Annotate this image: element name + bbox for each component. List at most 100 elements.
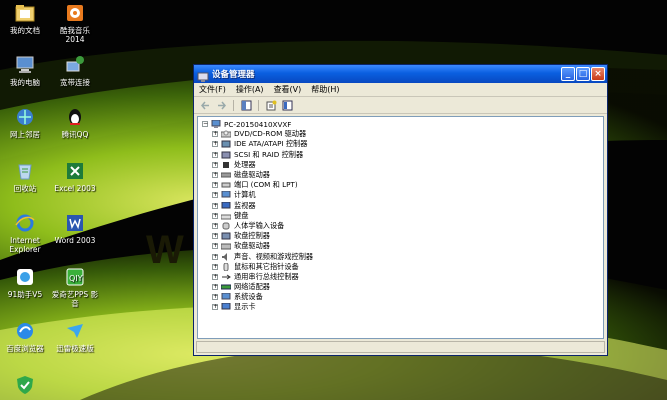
icon-label: Excel 2003 — [54, 184, 96, 193]
maximize-button[interactable]: □ — [576, 67, 590, 81]
desktop: W 我的文档 酷我音乐 2014 我的电脑 宽带连接 网上邻居 腾讯QQ 回收站… — [0, 0, 667, 400]
icon-label: 宽带连接 — [60, 78, 90, 87]
tree-item[interactable]: + 声音、视频和游戏控制器 — [202, 251, 603, 261]
tree-item[interactable]: + IDE ATA/ATAPI 控制器 — [202, 139, 603, 149]
expand-icon[interactable]: + — [212, 141, 218, 148]
computer-icon — [14, 54, 36, 76]
tree-root[interactable]: − PC-20150410XVXF — [202, 119, 603, 129]
tree-item[interactable]: + 人体学输入设备 — [202, 221, 603, 231]
desktop-icon-kugou-music[interactable]: 酷我音乐 2014 — [50, 2, 100, 44]
usb-icon — [221, 273, 231, 281]
desktop-icon-iqiyi-video[interactable]: QIY 爱奇艺PPS 影 音 — [50, 266, 100, 308]
keyboard-icon — [221, 212, 231, 220]
expand-icon[interactable]: + — [212, 161, 218, 168]
expand-icon[interactable]: + — [212, 243, 218, 250]
forward-arrow-icon[interactable] — [214, 99, 228, 111]
tree-item[interactable]: + 显示卡 — [202, 302, 603, 312]
properties-icon[interactable] — [264, 99, 278, 111]
menu-view[interactable]: 查看(V) — [269, 84, 307, 95]
tree-item-label: 端口 (COM 和 LPT) — [234, 180, 298, 190]
tree-item[interactable]: + SCSI 和 RAID 控制器 — [202, 150, 603, 160]
collapse-icon[interactable]: − — [202, 121, 208, 128]
back-arrow-icon[interactable] — [198, 99, 212, 111]
tree-item[interactable]: + 端口 (COM 和 LPT) — [202, 180, 603, 190]
excel-icon — [64, 160, 86, 182]
icon-label: 91助手V5 — [7, 290, 43, 299]
tree-item[interactable]: + 通用串行总线控制器 — [202, 272, 603, 282]
expand-icon[interactable]: + — [212, 294, 218, 301]
tree-item[interactable]: + 鼠标和其它指针设备 — [202, 262, 603, 272]
tree-item[interactable]: + 处理器 — [202, 160, 603, 170]
scsi-controller-icon — [221, 151, 231, 159]
port-icon — [221, 181, 231, 189]
expand-icon[interactable]: + — [212, 131, 218, 138]
expand-icon[interactable]: + — [212, 284, 218, 291]
expand-icon[interactable]: + — [212, 202, 218, 209]
tree-item[interactable]: + 网络适配器 — [202, 282, 603, 292]
tree-item[interactable]: + 键盘 — [202, 211, 603, 221]
desktop-icon-excel-2003[interactable]: Excel 2003 — [50, 160, 100, 193]
expand-icon[interactable]: + — [212, 182, 218, 189]
expand-icon[interactable]: + — [212, 273, 218, 280]
desktop-icon-broadband[interactable]: 宽带连接 — [50, 54, 100, 87]
xunlei-bird-icon — [64, 320, 86, 342]
desktop-icon-word-2003[interactable]: Word 2003 — [50, 212, 100, 245]
expand-icon[interactable]: + — [212, 212, 218, 219]
show-hide-tree-icon[interactable] — [239, 99, 253, 111]
expand-icon[interactable]: + — [212, 192, 218, 199]
toolbar — [194, 97, 607, 114]
shield-icon — [14, 374, 36, 396]
tree-item-label: 软盘驱动器 — [234, 241, 270, 251]
expand-icon[interactable]: + — [212, 304, 218, 311]
tree-item[interactable]: + 磁盘驱动器 — [202, 170, 603, 180]
desktop-icon-baidu-browser[interactable]: 百度浏览器 — [0, 320, 50, 353]
tree-item-label: IDE ATA/ATAPI 控制器 — [234, 139, 308, 149]
minimize-button[interactable]: _ — [561, 67, 575, 81]
desktop-icon-recycle-bin[interactable]: 回收站 — [0, 160, 50, 193]
tree-item-label: SCSI 和 RAID 控制器 — [234, 149, 304, 159]
desktop-icon-tencent-qq[interactable]: 腾讯QQ — [50, 106, 100, 139]
close-button[interactable]: × — [591, 67, 605, 81]
tree-item[interactable]: + DVD/CD-ROM 驱动器 — [202, 129, 603, 139]
assistant-icon — [14, 266, 36, 288]
network-icon — [14, 106, 36, 128]
tree-item[interactable]: + 软盘驱动器 — [202, 241, 603, 251]
desktop-icon-security-guard[interactable] — [0, 374, 50, 398]
desktop-icon-internet-explorer[interactable]: Internet Explorer — [0, 212, 50, 254]
icon-label: 迅雷极速版 — [56, 344, 94, 353]
expand-icon[interactable]: + — [212, 253, 218, 260]
expand-icon[interactable]: + — [212, 233, 218, 240]
tree-item[interactable]: + 软盘控制器 — [202, 231, 603, 241]
disk-drive-icon — [221, 171, 231, 179]
tree-item[interactable]: + 系统设备 — [202, 292, 603, 302]
menu-action[interactable]: 操作(A) — [231, 84, 269, 95]
title-bar[interactable]: 设备管理器 _ □ × — [194, 65, 607, 83]
help-icon[interactable] — [280, 99, 294, 111]
tree-item-label: 处理器 — [234, 159, 256, 169]
menu-bar: 文件(F) 操作(A) 查看(V) 帮助(H) — [194, 83, 607, 97]
folder-icon — [14, 2, 36, 24]
desktop-icon-xunlei-speed[interactable]: 迅雷极速版 — [50, 320, 100, 353]
desktop-icon-network-neighborhood[interactable]: 网上邻居 — [0, 106, 50, 139]
menu-file[interactable]: 文件(F) — [194, 84, 231, 95]
menu-help[interactable]: 帮助(H) — [306, 84, 344, 95]
mouse-icon — [221, 262, 231, 271]
device-manager-icon — [197, 68, 209, 82]
desktop-icon-my-documents[interactable]: 我的文档 — [0, 2, 50, 35]
tree-item-label: 显示卡 — [234, 302, 256, 312]
cd-drive-icon — [221, 130, 231, 138]
expand-icon[interactable]: + — [212, 151, 218, 158]
tree-item[interactable]: + 监视器 — [202, 201, 603, 211]
expand-icon[interactable]: + — [212, 222, 218, 229]
tree-item-label: DVD/CD-ROM 驱动器 — [234, 129, 307, 139]
tree-root-label: PC-20150410XVXF — [224, 119, 292, 129]
word-icon — [64, 212, 86, 234]
system-device-icon — [221, 293, 231, 301]
desktop-icon-my-computer[interactable]: 我的电脑 — [0, 54, 50, 87]
desktop-icon-91-assistant[interactable]: 91助手V5 — [0, 266, 50, 299]
expand-icon[interactable]: + — [212, 172, 218, 179]
tree-item-label: 系统设备 — [234, 292, 263, 302]
expand-icon[interactable]: + — [212, 263, 218, 270]
tree-item[interactable]: + 计算机 — [202, 190, 603, 200]
icon-label: 酷我音乐 2014 — [60, 26, 90, 44]
